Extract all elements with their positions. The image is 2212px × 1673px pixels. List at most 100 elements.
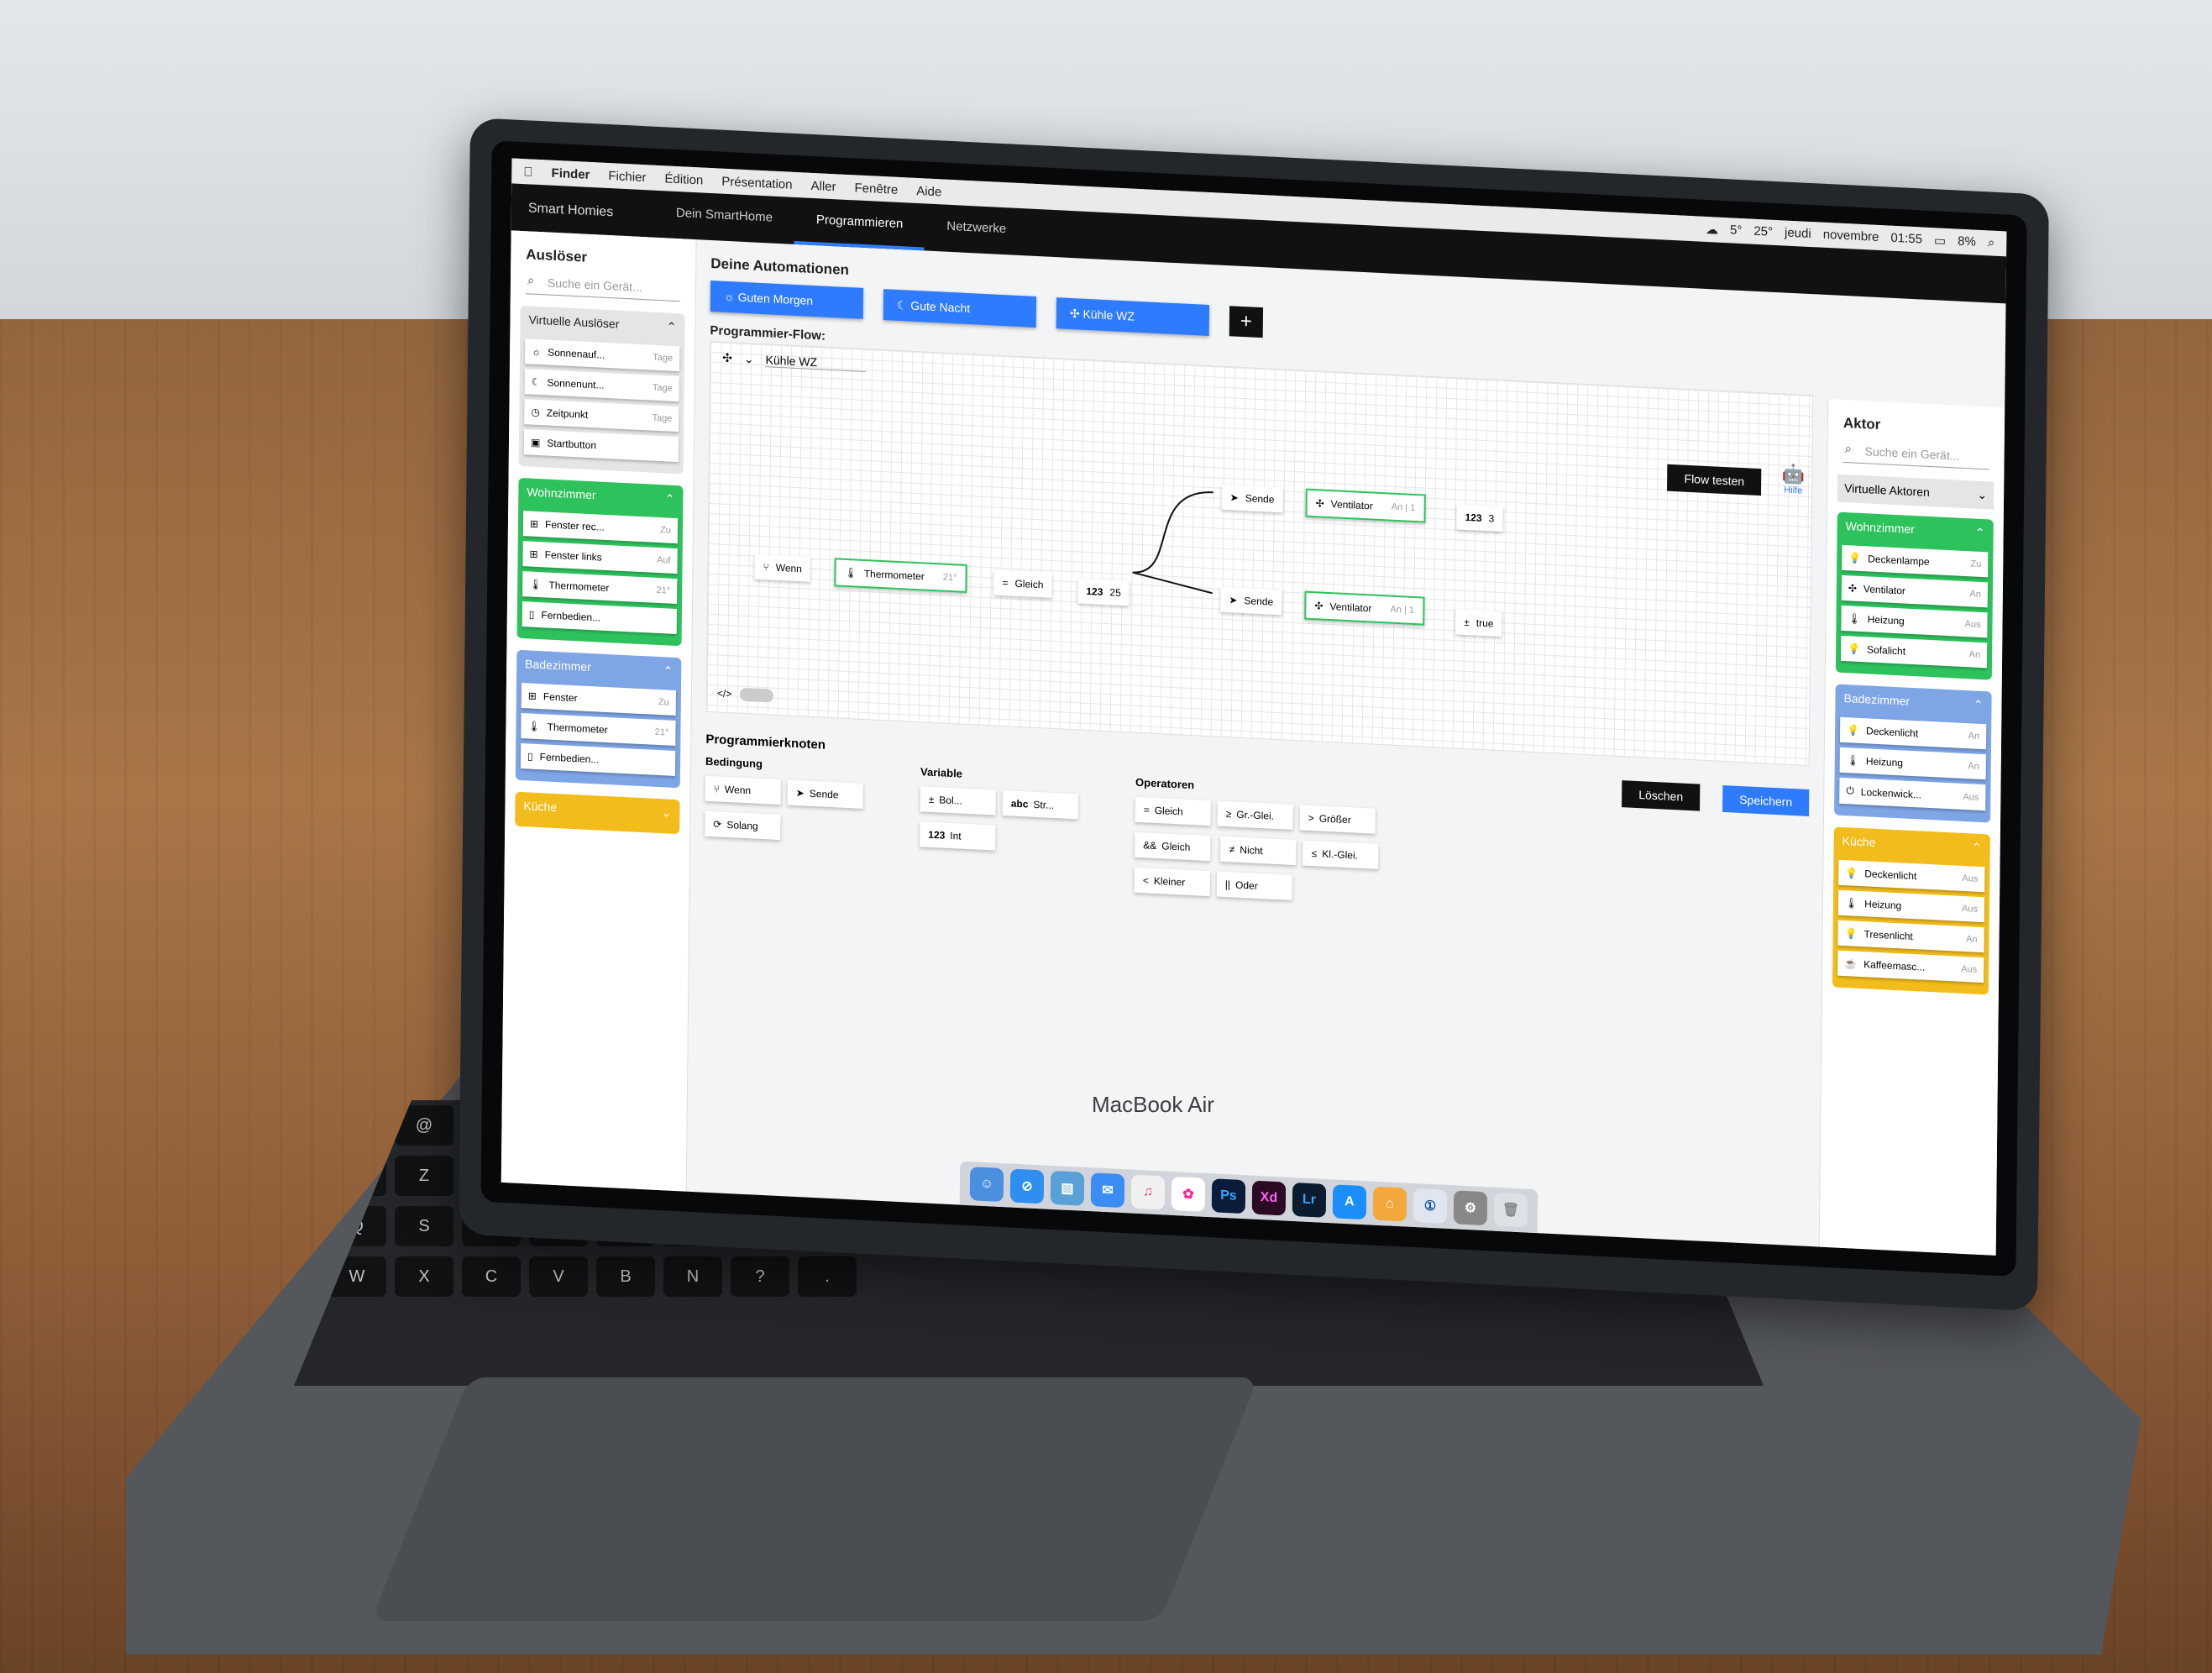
list-item[interactable]: ⏻ Lockenwick... Aus [1839,777,1986,811]
chip-op[interactable]: ≥ Gr.-Glei. [1217,800,1293,830]
save-button[interactable]: Speichern [1722,784,1810,816]
list-item[interactable]: ▯ Fernbedien... [520,742,676,776]
tab-netzwerke[interactable]: Netzwerke [925,218,1028,255]
flow-test-button[interactable]: Flow testen [1667,464,1762,496]
item-label: Heizung [1867,613,1905,627]
node-int-25[interactable]: 123 25 [1077,578,1130,606]
chip-op[interactable]: && Gleich [1135,831,1211,862]
chip-wenn[interactable]: ⑂ Wenn [705,775,781,805]
chip-string[interactable]: abc Str... [1002,790,1078,820]
list-item[interactable]: ☕ Kaffeemasc... Aus [1837,950,1984,983]
list-item[interactable]: 🌡 Heizung An [1839,747,1986,780]
chip-op[interactable]: < Kleiner [1134,867,1211,897]
group-header[interactable]: Küche ⌄ [520,792,674,827]
code-toggle[interactable]: </> [717,686,774,703]
chip-bool[interactable]: ± Bol... [920,786,996,816]
group-header[interactable]: Wohnzimmer ⌃ [523,478,678,513]
list-item[interactable]: 🌡 Thermometer 21° [521,713,676,746]
settings-icon[interactable]: ⚙ [1453,1190,1488,1226]
actor-dropdown[interactable]: Virtuelle Aktoren ⌄ [1837,474,1994,510]
menu-aide[interactable]: Aide [916,183,941,198]
chip-solang[interactable]: ⟳ Solang [705,810,781,841]
lightroom-icon[interactable]: Lr [1292,1182,1327,1218]
messenger-icon[interactable]: ✉ [1090,1172,1125,1209]
safari-icon[interactable]: ⊘ [1009,1168,1045,1204]
automation-gute-nacht[interactable]: ☾ Gute Nacht [883,289,1037,328]
search-icon[interactable]: ⌕ [1988,235,1995,250]
appstore-icon[interactable]: A [1332,1184,1367,1220]
group-header[interactable]: Küche ⌃ [1839,827,1985,862]
menu-fenetre[interactable]: Fenêtre [854,181,898,197]
home-icon[interactable]: ⌂ [1372,1186,1407,1222]
chip-op[interactable]: = Gleich [1135,796,1211,826]
list-item[interactable]: 🌡 Heizung Aus [1837,889,1985,923]
node-sende-1[interactable]: ➤ Sende [1221,484,1283,513]
list-item[interactable]: 💡 Deckenlicht Aus [1838,859,1985,893]
finder-icon[interactable]: ☺ [969,1167,1004,1203]
menu-aller[interactable]: Aller [810,178,836,193]
node-sende-2[interactable]: ➤ Sende [1220,586,1282,616]
apple-icon[interactable]:  [523,165,532,180]
node-ventilator-2[interactable]: ✣ Ventilator An | 1 [1304,590,1425,626]
xd-icon[interactable]: Xd [1251,1180,1287,1216]
chevron-up-icon[interactable]: ⌃ [1974,698,1984,713]
toggle-switch[interactable] [740,687,774,703]
delete-button[interactable]: Löschen [1622,780,1701,811]
list-item[interactable]: ☾ Sonnenunt... Tage [524,369,679,402]
chip-op[interactable]: ≤ Kl.-Glei. [1303,840,1379,869]
chip-op[interactable]: ≠ Nicht [1220,836,1297,866]
password-icon[interactable]: ① [1413,1188,1448,1224]
chevron-down-icon[interactable]: ⌄ [662,805,672,821]
menu-fichier[interactable]: Fichier [608,169,646,185]
group-name: Wohnzimmer [1845,519,1915,537]
list-item[interactable]: ⊞ Fenster rec... Zu [522,511,679,544]
chip-op[interactable]: || Oder [1216,871,1293,900]
photos-icon[interactable]: ✿ [1171,1176,1206,1212]
menu-finder[interactable]: Finder [552,165,590,181]
chevron-up-icon[interactable]: ⌃ [665,491,675,506]
automation-guten-morgen[interactable]: ☼ Guten Morgen [710,280,864,319]
list-item[interactable]: 🌡 Heizung Aus [1841,605,1988,638]
automation-kuehle-wz[interactable]: ✣ Kühle WZ [1056,297,1210,337]
music-icon[interactable]: ♫ [1130,1174,1166,1210]
list-item[interactable]: ⊞ Fenster Zu [521,683,676,716]
flow-canvas[interactable]: ✣ ⌄ Kühle WZ Flow testen 🤖 Hilfe ⑂ Wenn 🌡 Th… [705,340,1814,766]
preview-icon[interactable]: ▧ [1050,1170,1085,1206]
list-item[interactable]: ▯ Fernbedien... [522,601,677,635]
chevron-up-icon[interactable]: ⌃ [1972,840,1982,855]
chip-sende[interactable]: ➤ Sende [787,779,863,809]
menu-edition[interactable]: Édition [664,171,703,187]
list-item[interactable]: 🌡 Thermometer 21° [522,571,678,605]
chevron-up-icon[interactable]: ⌃ [1975,526,1985,541]
add-automation-button[interactable]: + [1229,306,1264,338]
chip-int[interactable]: 123 Int [920,821,996,851]
list-item[interactable]: 💡 Sofalicht An [1840,635,1988,669]
list-item[interactable]: 💡 Deckenlampe Zu [1842,544,1989,578]
group-header[interactable]: Badezimmer ⌃ [522,650,676,685]
node-int-3[interactable]: 123 3 [1456,504,1503,532]
node-bool-true[interactable]: ± true [1455,609,1502,637]
menu-presentation[interactable]: Présentation [721,174,792,191]
help-button[interactable]: 🤖 Hilfe [1782,463,1806,496]
list-item[interactable]: ☼ Sonnenauf... Tage [524,338,680,372]
chevron-up-icon[interactable]: ⌃ [667,319,677,334]
list-item[interactable]: 💡 Deckenlicht An [1839,716,1987,750]
group-header[interactable]: Virtuelle Auslöser ⌃ [525,306,679,341]
node-gleich[interactable]: = Gleich [993,569,1052,598]
group-wohnzimmer: Wohnzimmer ⌃ ⊞ Fenster rec... Zu ⊞ Fenster l… [516,477,684,647]
chevron-up-icon[interactable]: ⌃ [663,663,673,679]
chip-op[interactable]: > Größer [1299,805,1376,834]
group-header[interactable]: Wohnzimmer ⌃ [1842,512,1988,547]
photoshop-icon[interactable]: Ps [1211,1178,1246,1214]
list-item[interactable]: ▣ Startbutton [523,429,679,463]
list-item[interactable]: ◷ Zeitpunkt Tage [524,399,679,433]
actor-search-input[interactable]: ⌕ Suche ein Gerät... [1842,439,1989,470]
node-wenn[interactable]: ⑂ Wenn [754,553,811,582]
trash-icon[interactable]: 🗑 [1493,1192,1528,1228]
group-header[interactable]: Badezimmer ⌃ [1840,684,1986,719]
node-ventilator-1[interactable]: ✣ Ventilator An | 1 [1305,488,1426,523]
list-item[interactable]: 💡 Tresenlicht An [1837,920,1984,953]
list-item[interactable]: ⊞ Fenster links Auf [522,541,678,574]
trigger-search-input[interactable]: ⌕ Suche ein Gerät... [525,271,681,302]
list-item[interactable]: ✣ Ventilator An [1841,574,1989,608]
